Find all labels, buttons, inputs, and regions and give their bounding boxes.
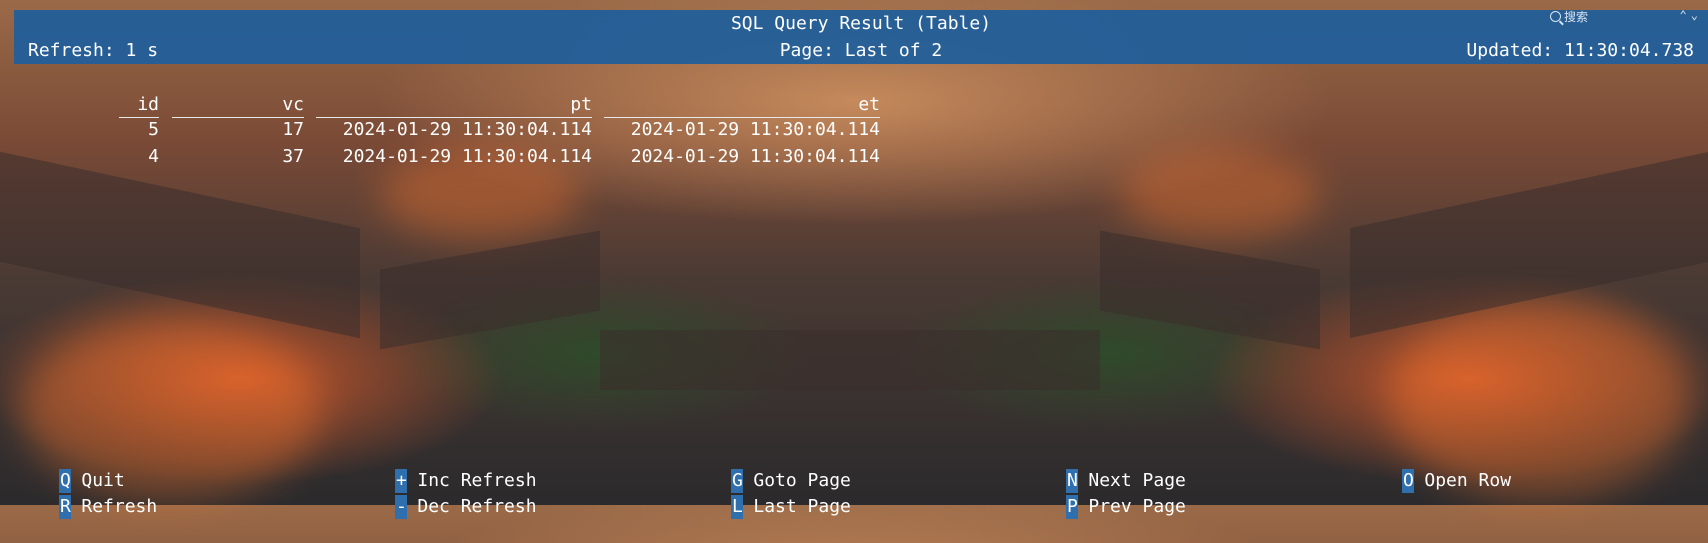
command-label: Last Page bbox=[753, 496, 851, 517]
table-cell-pt: 2024-01-29 11:30:04.114 bbox=[342, 146, 592, 167]
key-hint: R bbox=[59, 495, 72, 519]
command-label: Refresh bbox=[81, 496, 158, 517]
window-title: SQL Query Result (Table) bbox=[730, 13, 992, 34]
command-open-row[interactable]: O Open Row bbox=[1359, 445, 1511, 493]
command-goto-page[interactable]: G Goto Page bbox=[688, 445, 851, 493]
table-cell-id: 5 bbox=[148, 119, 159, 140]
search-label: 搜索 bbox=[1563, 10, 1588, 24]
column-header-pt[interactable]: pt bbox=[316, 93, 592, 118]
command-prev-page[interactable]: P Prev Page bbox=[1023, 471, 1186, 519]
command-refresh[interactable]: R Refresh bbox=[16, 471, 157, 519]
key-hint: - bbox=[395, 495, 408, 519]
column-header-id[interactable]: id bbox=[119, 93, 159, 118]
command-dec-refresh[interactable]: - Dec Refresh bbox=[352, 471, 537, 519]
command-label: Open Row bbox=[1424, 470, 1512, 491]
column-header-vc[interactable]: vc bbox=[172, 93, 304, 118]
table-cell-pt: 2024-01-29 11:30:04.114 bbox=[342, 119, 592, 140]
key-hint: P bbox=[1066, 495, 1079, 519]
command-last-page[interactable]: L Last Page bbox=[688, 471, 851, 519]
command-next-page[interactable]: N Next Page bbox=[1023, 445, 1186, 493]
updated-timestamp: Updated: 11:30:04.738 bbox=[1466, 40, 1694, 61]
command-inc-refresh[interactable]: + Inc Refresh bbox=[352, 445, 537, 493]
title-bar: SQL Query Result (Table) Refresh: 1 s Pa… bbox=[14, 10, 1708, 64]
desktop-wallpaper bbox=[0, 0, 1708, 505]
search-icon bbox=[1549, 11, 1561, 22]
key-hint: L bbox=[731, 495, 744, 519]
page-status: Page: Last of 2 bbox=[779, 40, 943, 61]
table-cell-vc: 37 bbox=[282, 146, 304, 167]
command-label: Prev Page bbox=[1088, 496, 1186, 517]
table-cell-vc: 17 bbox=[282, 119, 304, 140]
terminal-search[interactable]: 搜索 bbox=[1549, 8, 1588, 25]
column-header-et[interactable]: et bbox=[604, 93, 880, 118]
command-label: Dec Refresh bbox=[417, 496, 537, 517]
command-quit[interactable]: Q Quit bbox=[16, 445, 125, 493]
command-footer: Q Quit R Refresh + Inc Refresh - Dec Refresh… bbox=[0, 445, 1708, 519]
table-cell-et: 2024-01-29 11:30:04.114 bbox=[630, 119, 880, 140]
chevron-up-down-icon[interactable]: ⌃⌄ bbox=[1680, 8, 1702, 22]
table-cell-et: 2024-01-29 11:30:04.114 bbox=[630, 146, 880, 167]
key-hint: O bbox=[1402, 469, 1415, 493]
table-cell-id: 4 bbox=[148, 146, 159, 167]
